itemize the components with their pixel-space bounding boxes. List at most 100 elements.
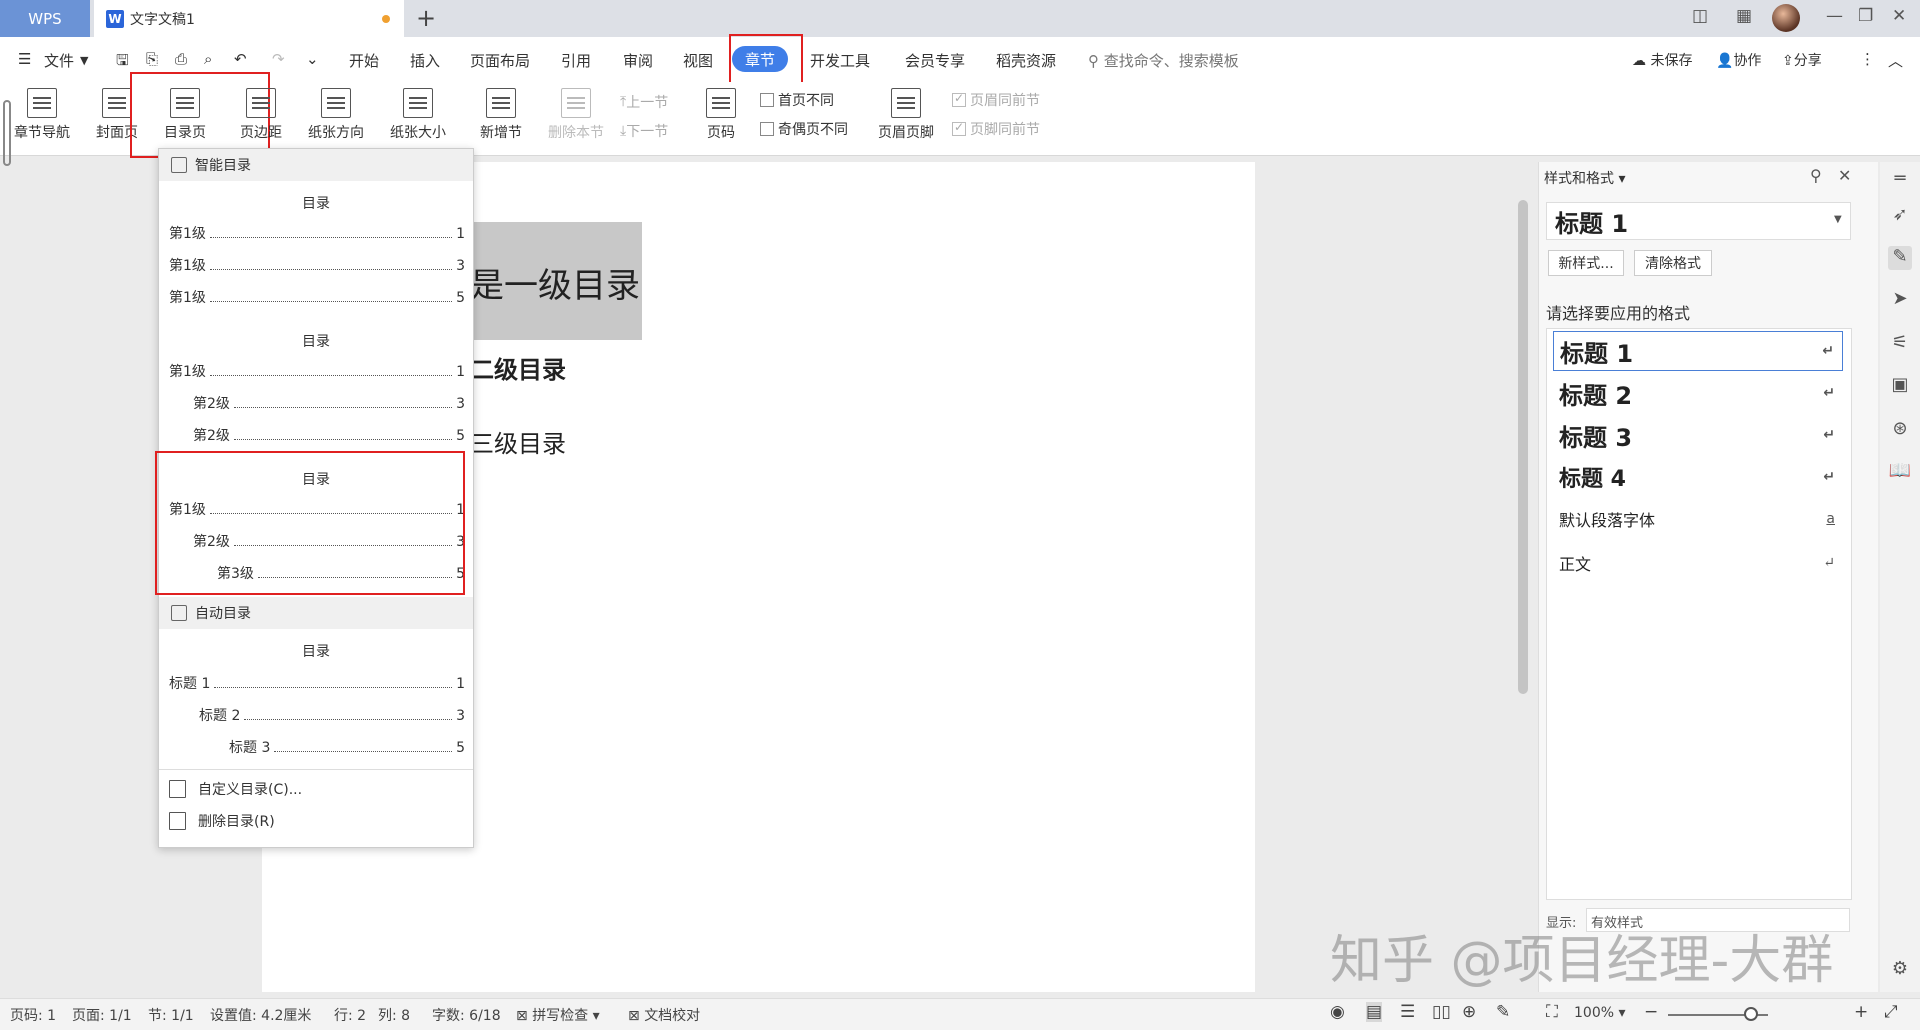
- user-avatar[interactable]: [1772, 4, 1800, 32]
- redo-icon[interactable]: ↷: [272, 50, 285, 68]
- spell-check-button[interactable]: ⊠ 拼写检查 ▾: [516, 1005, 600, 1025]
- status-section[interactable]: 节: 1/1: [148, 1005, 194, 1025]
- heading-level-3[interactable]: 三级目录: [470, 424, 566, 459]
- restore-icon[interactable]: ❐: [1858, 6, 1873, 26]
- new-section-button[interactable]: 新增节: [480, 88, 522, 142]
- web-view-icon[interactable]: ⊕: [1462, 1002, 1476, 1022]
- menu-tab-review[interactable]: 审阅: [623, 50, 653, 71]
- share-button[interactable]: ⇪分享: [1782, 50, 1822, 70]
- close-window-icon[interactable]: ✕: [1892, 6, 1906, 26]
- print-preview-icon[interactable]: ⌕: [204, 50, 212, 68]
- zoom-out-icon[interactable]: −: [1644, 1002, 1658, 1022]
- first-page-diff-checkbox[interactable]: 首页不同: [760, 90, 834, 110]
- reading-view-icon[interactable]: ▯▯: [1432, 1002, 1451, 1022]
- image-tools-icon[interactable]: ▣: [1888, 374, 1912, 398]
- toc-dropdown: 智能目录 目录 第1级 1 第1级 3 第1级 5 目录 第1级 1 第2级 3 第2级 5…: [155, 148, 474, 848]
- menu-tab-daoke[interactable]: 稻壳资源: [996, 50, 1056, 71]
- style-item-heading4[interactable]: 标题 4 ↵: [1553, 457, 1843, 497]
- properties-icon[interactable]: ⚟: [1888, 332, 1912, 356]
- delete-toc-item[interactable]: 删除目录(R): [169, 811, 275, 831]
- outline-view-icon[interactable]: ☰: [1400, 1002, 1415, 1022]
- more-options-icon[interactable]: ⋮: [1860, 50, 1875, 68]
- delete-section-button[interactable]: 删除本节: [548, 88, 604, 142]
- close-panel-icon[interactable]: ✕: [1838, 166, 1851, 185]
- print-icon[interactable]: ⎙: [175, 50, 187, 68]
- zoom-in-icon[interactable]: +: [1854, 1002, 1868, 1022]
- collapse-ribbon-icon[interactable]: ︿: [1888, 50, 1903, 71]
- write-view-icon[interactable]: ✎: [1496, 1002, 1510, 1022]
- orientation-button[interactable]: 纸张方向: [308, 88, 364, 142]
- status-row[interactable]: 行: 2: [334, 1005, 366, 1025]
- zoom-level-select[interactable]: 100% ▾: [1574, 1005, 1626, 1021]
- same-footer-checkbox[interactable]: 页脚同前节: [952, 119, 1040, 139]
- header-footer-button[interactable]: 页眉页脚: [878, 88, 934, 142]
- menu-tab-view[interactable]: 视图: [683, 50, 713, 71]
- heading-level-2[interactable]: 二级目录: [470, 350, 566, 385]
- settings-icon[interactable]: ⚙: [1888, 958, 1912, 982]
- left-handle[interactable]: [3, 100, 11, 166]
- odd-even-diff-checkbox[interactable]: 奇偶页不同: [760, 119, 848, 139]
- margin-button[interactable]: 页边距: [240, 88, 282, 142]
- pin-icon[interactable]: ⚲: [1810, 166, 1822, 185]
- new-tab-plus-icon[interactable]: +: [416, 4, 436, 32]
- style-item-default-font[interactable]: 默认段落字体 a: [1553, 499, 1843, 539]
- next-section-button[interactable]: ⤓ 下一节: [620, 121, 668, 141]
- styles-panel-title[interactable]: 样式和格式 ▾: [1544, 168, 1625, 188]
- status-pages[interactable]: 页面: 1/1: [72, 1005, 132, 1025]
- toc-title: 目录: [302, 334, 330, 350]
- current-style-select[interactable]: 标题 1: [1546, 202, 1851, 240]
- style-item-heading3[interactable]: 标题 3 ↵: [1553, 415, 1843, 455]
- paper-size-button[interactable]: 纸张大小: [390, 88, 446, 142]
- quick-access-more-icon[interactable]: ⌄: [306, 50, 319, 68]
- scrollbar-thumb[interactable]: [1518, 200, 1528, 694]
- smart-toc-header: 智能目录: [159, 149, 473, 181]
- menu-tab-references[interactable]: 引用: [561, 50, 591, 71]
- page-number-icon: [706, 88, 736, 118]
- heading-level-1[interactable]: 是一级目录: [470, 258, 640, 307]
- clear-format-button[interactable]: 清除格式: [1634, 250, 1712, 276]
- eye-protection-icon[interactable]: ◉: [1330, 1002, 1345, 1022]
- command-search[interactable]: ⚲ 查找命令、搜索模板: [1088, 50, 1239, 71]
- collaborate-button[interactable]: 👤协作: [1716, 50, 1761, 70]
- minimize-icon[interactable]: —: [1826, 6, 1843, 26]
- cloud-unsaved[interactable]: ☁ 未保存: [1632, 50, 1692, 70]
- zoom-slider-knob[interactable]: [1744, 1007, 1758, 1021]
- same-header-checkbox[interactable]: 页眉同前节: [952, 90, 1040, 110]
- status-page[interactable]: 页码: 1: [10, 1005, 56, 1025]
- page-number-button[interactable]: 页码: [706, 88, 736, 142]
- export-pdf-icon[interactable]: ⎘: [146, 50, 158, 68]
- menu-tab-insert[interactable]: 插入: [410, 50, 440, 71]
- menu-tab-developer[interactable]: 开发工具: [810, 50, 870, 71]
- fullscreen-icon[interactable]: ⤢: [1884, 1002, 1898, 1022]
- menu-tab-layout[interactable]: 页面布局: [470, 50, 530, 71]
- select-cursor-icon[interactable]: ➤: [1888, 288, 1912, 312]
- save-icon[interactable]: 🖫: [116, 50, 129, 75]
- styles-pen-icon[interactable]: ✎: [1888, 246, 1912, 270]
- pay-icon[interactable]: ⊛: [1888, 418, 1912, 442]
- hamburger-menu-icon[interactable]: ☰: [18, 50, 31, 68]
- menu-tab-member[interactable]: 会员专享: [905, 50, 965, 71]
- new-style-button[interactable]: 新样式...: [1548, 250, 1624, 276]
- prev-section-button[interactable]: ⤒ 上一节: [620, 92, 668, 112]
- apps-grid-icon[interactable]: ▦: [1736, 6, 1752, 26]
- book-reading-icon[interactable]: 📖: [1888, 460, 1912, 484]
- style-item-heading1[interactable]: 标题 1 ↵: [1553, 331, 1843, 371]
- chapter-nav-button[interactable]: 章节导航: [14, 88, 70, 142]
- custom-toc-item[interactable]: 自定义目录(C)...: [169, 779, 302, 799]
- style-item-body[interactable]: 正文 ↵: [1553, 543, 1843, 583]
- fit-page-icon[interactable]: ⛶: [1546, 1002, 1558, 1022]
- wps-home-tab[interactable]: WPS: [0, 0, 90, 37]
- doc-proofread-button[interactable]: ⊠ 文档校对: [628, 1005, 700, 1025]
- rocket-icon[interactable]: ➶: [1888, 204, 1912, 228]
- style-item-heading2[interactable]: 标题 2 ↵: [1553, 373, 1843, 413]
- status-words[interactable]: 字数: 6/18: [432, 1005, 501, 1025]
- status-setting[interactable]: 设置值: 4.2厘米: [210, 1005, 311, 1025]
- page-view-icon[interactable]: ▤: [1366, 1002, 1383, 1022]
- menu-tab-start[interactable]: 开始: [349, 50, 379, 71]
- document-tab[interactable]: W 文字文稿1: [94, 0, 404, 37]
- collapse-icon[interactable]: ═: [1888, 168, 1912, 192]
- undo-icon[interactable]: ↶: [234, 50, 247, 68]
- layout-icon[interactable]: ◫: [1692, 6, 1708, 26]
- status-col[interactable]: 列: 8: [378, 1005, 410, 1025]
- file-menu[interactable]: 文件: [44, 50, 74, 71]
